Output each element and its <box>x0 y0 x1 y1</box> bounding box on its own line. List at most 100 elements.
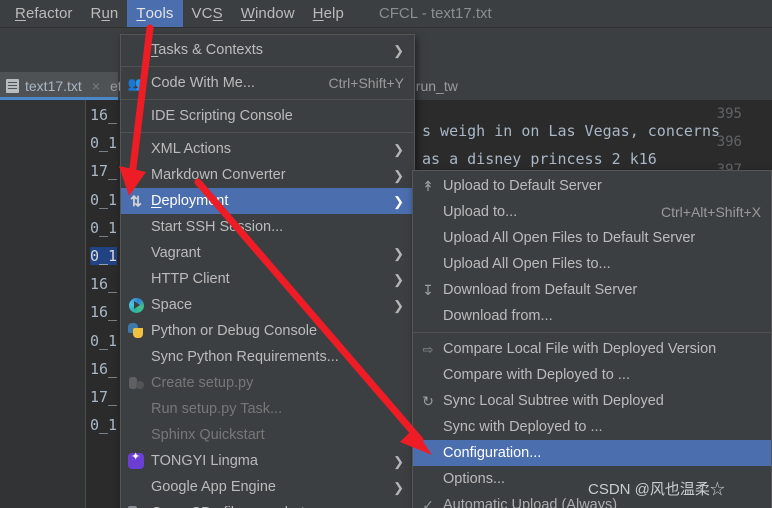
chevron-right-icon: ❯ <box>393 297 404 313</box>
menu-separator <box>121 99 414 100</box>
tongyi-icon <box>127 452 145 470</box>
code-line: 16_ <box>90 303 118 322</box>
code-line: 17_ <box>90 162 118 181</box>
deployment-icon: ⇅ <box>130 193 142 209</box>
menubar-item-label: efactor <box>25 5 73 22</box>
chevron-right-icon: ❯ <box>393 453 404 469</box>
deployment-submenu[interactable]: ↟ Upload to Default Server Upload to... Ctr… <box>412 170 772 508</box>
menu-item-label: Upload to... <box>443 204 518 220</box>
menu-item-sync-local-subtree-with-deployed[interactable]: ↻ Sync Local Subtree with Deployed <box>413 388 771 414</box>
menu-item-create-setup-py: Create setup.py <box>121 370 414 396</box>
line-number-gutter <box>0 100 86 508</box>
code-line: 0_1 <box>90 247 118 265</box>
menu-item-upload-all-open-files-to[interactable]: Upload All Open Files to... <box>413 251 771 277</box>
watermark-text: CSDN @风也温柔☆ <box>588 481 725 498</box>
mnemonic-letter: T <box>136 5 146 22</box>
menu-item-label: Upload All Open Files to Default Server <box>443 230 696 246</box>
editor-tab-text17[interactable]: text17.txt × <box>0 72 118 100</box>
menu-item-label: Options... <box>443 471 506 487</box>
menu-item-ide-scripting-console[interactable]: IDE Scripting Console <box>121 103 414 129</box>
code-line: 16_ <box>90 275 118 294</box>
menubar-item-run[interactable]: Run <box>82 0 128 27</box>
menu-item-label: Google App Engine <box>151 479 276 495</box>
menu-item-deployment[interactable]: ⇅ Deployment ❯ <box>121 188 414 214</box>
menu-item-label: Markdown Converter <box>151 167 286 183</box>
space-icon <box>127 296 145 314</box>
menu-separator <box>413 332 771 333</box>
code-line: 17_ <box>90 388 118 406</box>
menu-item-tongyi-lingma[interactable]: TONGYI Lingma ❯ <box>121 448 414 474</box>
menu-item-upload-to[interactable]: Upload to... Ctrl+Alt+Shift+X <box>413 199 771 225</box>
mnemonic-letter: H <box>312 5 324 22</box>
chevron-right-icon: ❯ <box>393 193 404 209</box>
menu-item-code-with-me[interactable]: 👥 Code With Me... Ctrl+Shift+Y <box>121 70 414 96</box>
menu-item-label: Download from... <box>443 308 553 324</box>
editor-tab-label: run_tw <box>415 78 458 94</box>
menu-item-vagrant[interactable]: Vagrant ❯ <box>121 240 414 266</box>
line-number: 396 <box>716 134 742 151</box>
menubar-item-vcs[interactable]: VC S <box>183 0 232 27</box>
text-file-icon <box>6 79 19 93</box>
menu-item-label: Run setup.py Task... <box>151 401 283 417</box>
close-icon[interactable]: × <box>92 78 100 94</box>
menu-item-label: Download from Default Server <box>443 282 638 298</box>
menu-separator <box>121 66 414 67</box>
menu-item-xml-actions[interactable]: XML Actions ❯ <box>121 136 414 162</box>
code-line: 0_1 <box>90 416 118 435</box>
chevron-right-icon: ❯ <box>393 271 404 287</box>
mnemonic-letter: S <box>212 5 223 22</box>
menu-item-download-from-default-server[interactable]: ↧ Download from Default Server <box>413 277 771 303</box>
menubar-item-refactor[interactable]: Refactor <box>6 0 82 27</box>
code-line: 16_ <box>90 106 118 124</box>
menu-item-label: Sync Local Subtree with Deployed <box>443 393 664 409</box>
menu-item-label: Vagrant <box>151 245 201 261</box>
menu-item-upload-to-default-server[interactable]: ↟ Upload to Default Server <box>413 173 771 199</box>
menu-item-compare-local-file-with-deployed-version[interactable]: ⇨ Compare Local File with Deployed Versio… <box>413 336 771 362</box>
menu-bar[interactable]: Refactor Run Tools VC S Window Help CFCL … <box>0 0 772 27</box>
menu-item-space[interactable]: Space ❯ <box>121 292 414 318</box>
menu-item-label: TONGYI Lingma <box>151 453 258 469</box>
menu-item-label: Sync Python Requirements... <box>151 349 339 365</box>
menu-item-python-or-debug-console[interactable]: Python or Debug Console <box>121 318 414 344</box>
chevron-right-icon: ❯ <box>393 245 404 261</box>
menu-item-compare-with-deployed-to[interactable]: Compare with Deployed to ... <box>413 362 771 388</box>
tools-dropdown-menu[interactable]: Tasks & Contexts ❯ 👥 Code With Me... Ctrl+Sh… <box>120 34 415 508</box>
menu-item-label: Python or Debug Console <box>151 323 318 339</box>
menubar-item-help[interactable]: Help <box>304 0 353 27</box>
code-line: 16_ <box>90 359 118 378</box>
menu-item-sync-python-requirements[interactable]: Sync Python Requirements... <box>121 344 414 370</box>
mnemonic-letter: u <box>101 5 110 22</box>
menubar-item-label: indow <box>254 5 295 22</box>
menubar-item-window[interactable]: Window <box>232 0 304 27</box>
sync-icon: ↻ <box>422 393 434 409</box>
menu-item-label: Compare Local File with Deployed Version <box>443 341 717 357</box>
line-number: 395 <box>716 106 742 122</box>
check-icon: ✓ <box>422 497 434 508</box>
menu-item-label: Compare with Deployed to ... <box>443 367 630 383</box>
menu-item-sync-with-deployed-to[interactable]: Sync with Deployed to ... <box>413 414 771 440</box>
code-line: 0_1 <box>90 134 118 153</box>
menu-item-label: IDE Scripting Console <box>151 108 293 124</box>
menu-item-open-cprofile-snapshot[interactable]: Open CProfile snapshot <box>121 500 414 508</box>
mnemonic-letter: T <box>151 42 159 58</box>
menubar-item-tools[interactable]: Tools <box>127 0 183 27</box>
menu-item-start-ssh-session[interactable]: Start SSH Session... <box>121 214 414 240</box>
menu-separator <box>121 132 414 133</box>
mnemonic-letter: R <box>15 5 26 22</box>
menu-item-download-from[interactable]: Download from... <box>413 303 771 329</box>
menubar-item-label: VC <box>191 5 213 22</box>
menu-item-google-app-engine[interactable]: Google App Engine ❯ <box>121 474 414 500</box>
menu-item-http-client[interactable]: HTTP Client ❯ <box>121 266 414 292</box>
menu-item-sphinx-quickstart: Sphinx Quickstart <box>121 422 414 448</box>
editor-tab-label: text17.txt <box>25 78 82 94</box>
menu-item-configuration[interactable]: Configuration... <box>413 440 771 466</box>
menu-item-upload-all-open-files-to-default-server[interactable]: Upload All Open Files to Default Server <box>413 225 771 251</box>
code-text-fragment: s weigh in on Las Vegas, concerns <box>422 122 721 140</box>
menu-item-tasks-contexts[interactable]: Tasks & Contexts ❯ <box>121 37 414 63</box>
python-icon <box>127 322 145 340</box>
menu-item-run-setup-py-task: Run setup.py Task... <box>121 396 414 422</box>
download-icon: ↧ <box>422 282 434 298</box>
chevron-right-icon: ❯ <box>393 479 404 495</box>
compare-icon: ⇨ <box>422 341 434 357</box>
menu-item-markdown-converter[interactable]: Markdown Converter ❯ <box>121 162 414 188</box>
